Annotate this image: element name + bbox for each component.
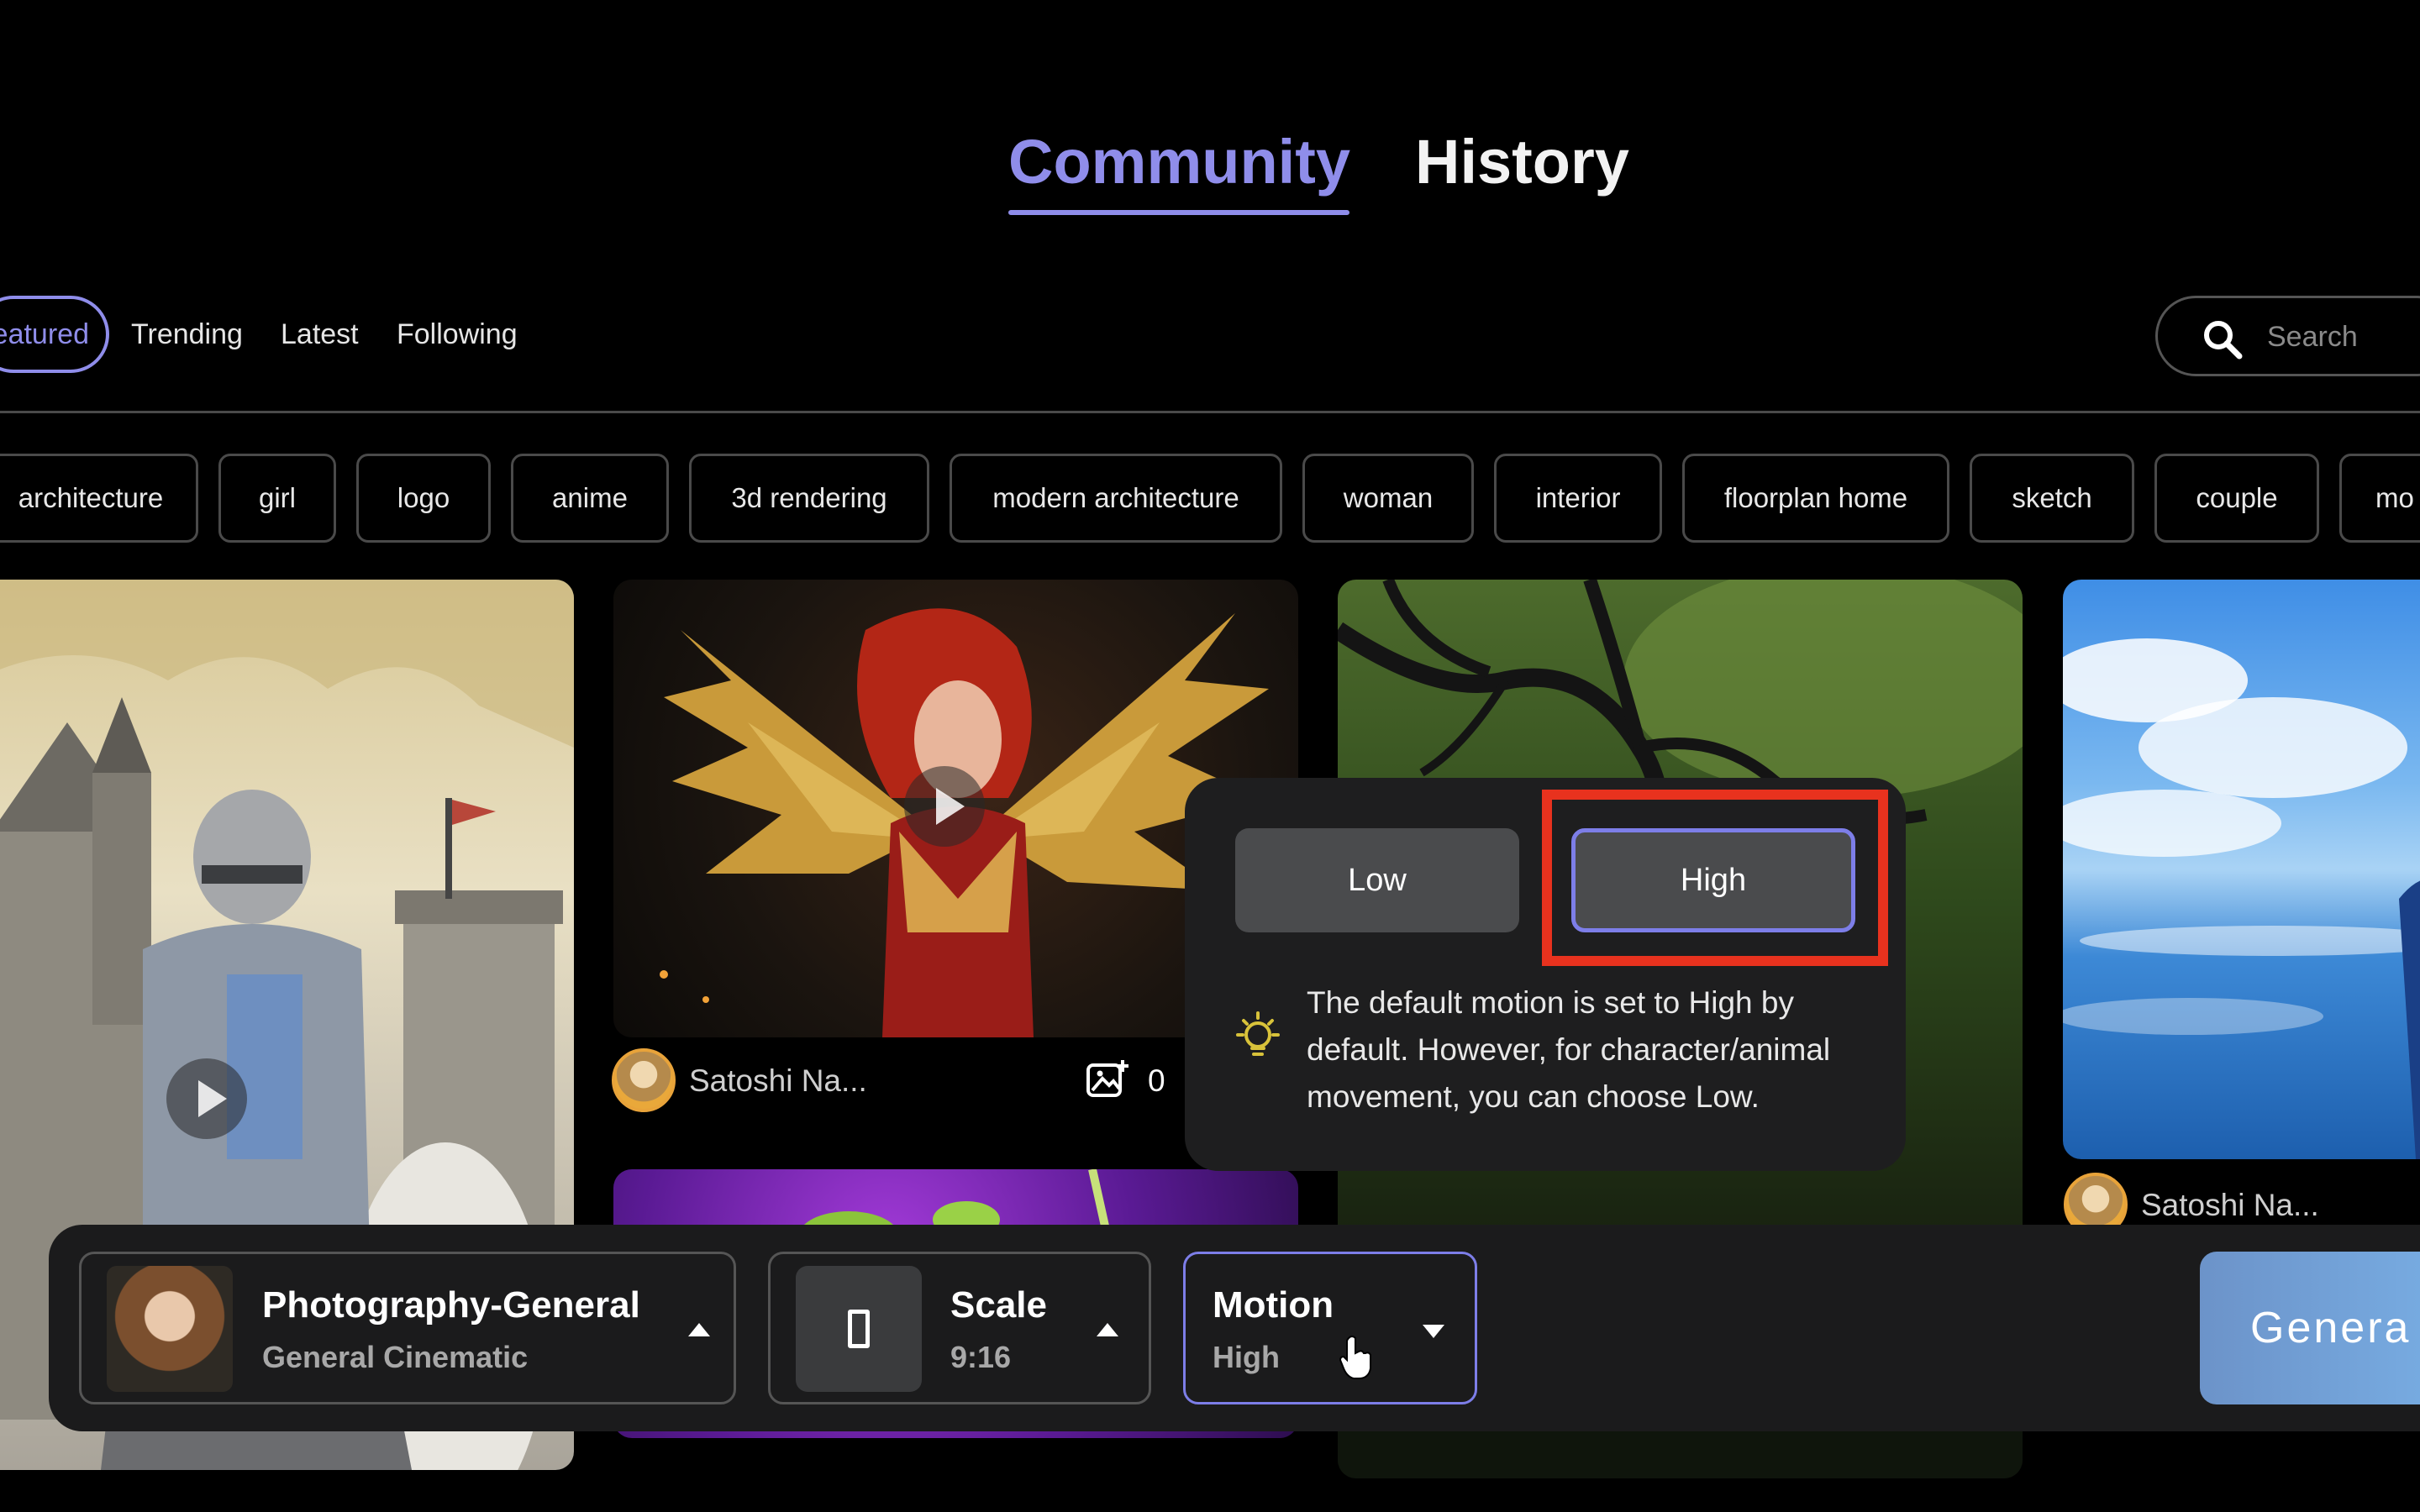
- motion-selector-button[interactable]: Motion High: [1183, 1252, 1477, 1404]
- motion-low-option[interactable]: Low: [1235, 828, 1519, 932]
- play-icon[interactable]: [904, 766, 985, 847]
- play-icon[interactable]: [166, 1058, 247, 1139]
- tag-chip[interactable]: modern architecture: [950, 454, 1282, 543]
- anime-sky-image: [2063, 638, 2420, 1159]
- style-thumbnail: [107, 1266, 233, 1392]
- remix-image-icon[interactable]: [1086, 1058, 1129, 1099]
- tag-chip[interactable]: floorplan home: [1682, 454, 1949, 543]
- chevron-up-icon: [1097, 1323, 1118, 1336]
- tag-chip[interactable]: architecture: [0, 454, 198, 543]
- tag-chip[interactable]: sketch: [1970, 454, 2134, 543]
- tag-chip[interactable]: anime: [511, 454, 669, 543]
- aspect-ratio-icon-box: [796, 1266, 922, 1392]
- search-box[interactable]: [2155, 296, 2420, 376]
- author-avatar[interactable]: [612, 1048, 676, 1112]
- author-name[interactable]: Satoshi Na...: [689, 1063, 867, 1099]
- remix-count: 0: [1148, 1063, 1165, 1098]
- tag-chip[interactable]: mo: [2339, 454, 2420, 543]
- chevron-up-icon: [688, 1323, 710, 1336]
- filter-bar: eatured Trending Latest Following: [0, 296, 2420, 376]
- motion-value: High: [1213, 1340, 1280, 1374]
- highlight-annotation: [1542, 790, 1888, 966]
- scale-title: Scale: [950, 1284, 1047, 1326]
- search-input[interactable]: [2267, 313, 2420, 360]
- filter-featured[interactable]: eatured: [0, 296, 109, 373]
- style-subtitle: General Cinematic: [262, 1340, 529, 1374]
- lightbulb-icon: [1236, 1011, 1280, 1056]
- filter-following[interactable]: Following: [397, 296, 518, 373]
- scale-value: 9:16: [950, 1340, 1012, 1374]
- scale-selector-button[interactable]: Scale 9:16: [768, 1252, 1151, 1404]
- filter-trending[interactable]: Trending: [131, 296, 243, 373]
- tab-community[interactable]: Community: [1008, 126, 1350, 197]
- image-card-anime-sky[interactable]: [2063, 580, 2420, 1159]
- tag-chip[interactable]: interior: [1494, 454, 1662, 543]
- chevron-down-icon: [1423, 1325, 1444, 1338]
- generate-button[interactable]: Genera: [2200, 1252, 2420, 1404]
- tab-history[interactable]: History: [1415, 126, 1629, 197]
- tag-chip[interactable]: 3d rendering: [689, 454, 929, 543]
- tag-chips: architecture girl logo anime 3d renderin…: [0, 454, 2420, 543]
- hand-cursor-icon: [1339, 1336, 1371, 1379]
- search-icon: [2204, 321, 2243, 360]
- motion-title: Motion: [1213, 1284, 1334, 1326]
- tag-chip[interactable]: couple: [2154, 454, 2319, 543]
- tag-chip[interactable]: woman: [1302, 454, 1474, 543]
- tag-chip[interactable]: logo: [356, 454, 491, 543]
- filter-latest[interactable]: Latest: [281, 296, 359, 373]
- active-tab-underline: [1008, 210, 1349, 215]
- generation-toolbar: Photography-General General Cinematic Sc…: [49, 1225, 2420, 1431]
- divider: [0, 411, 2420, 413]
- style-selector-button[interactable]: Photography-General General Cinematic: [79, 1252, 736, 1404]
- tag-chip[interactable]: girl: [218, 454, 336, 543]
- motion-popover: Low High The default motion is set to Hi…: [1185, 778, 1906, 1171]
- portrait-icon: [848, 1310, 870, 1348]
- author-name[interactable]: Satoshi Na...: [2141, 1188, 2319, 1223]
- motion-description: The default motion is set to High by def…: [1307, 985, 1831, 1114]
- style-title: Photography-General: [262, 1284, 640, 1326]
